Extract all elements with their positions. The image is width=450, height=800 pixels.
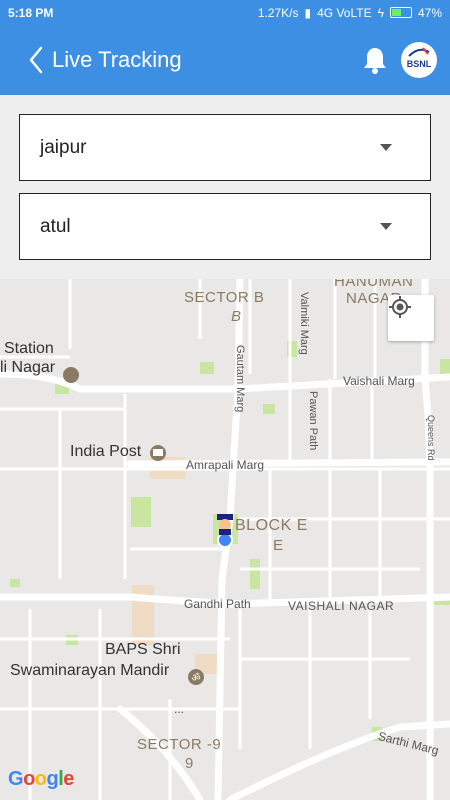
bell-icon bbox=[364, 48, 386, 74]
amrapali-marg-road bbox=[126, 458, 450, 468]
park-area bbox=[10, 579, 20, 587]
sarthi-marg-road bbox=[226, 720, 450, 800]
map-label-gandhi-path: Gandhi Path bbox=[184, 597, 251, 611]
city-select[interactable]: jaipur bbox=[19, 114, 431, 181]
map-label-queens-rd: Queens Rd bbox=[426, 415, 436, 461]
map-view[interactable]: ॐ SECTOR B B HANUMAN NAGAR Station li Na… bbox=[0, 279, 450, 800]
map-label-sector-b: SECTOR B bbox=[184, 289, 265, 306]
map-label-sector-9: SECTOR -9 bbox=[137, 736, 222, 753]
google-logo: Google bbox=[8, 768, 74, 790]
dropdown-arrow-icon bbox=[380, 223, 392, 230]
map-label-vaishali-nagar: VAISHALI NAGAR bbox=[288, 599, 395, 613]
envelope-shape bbox=[153, 449, 163, 456]
dropdown-arrow-icon bbox=[380, 144, 392, 151]
my-location-button[interactable] bbox=[388, 295, 434, 341]
status-time: 5:18 PM bbox=[8, 5, 54, 20]
station-marker-icon bbox=[63, 367, 79, 383]
chevron-left-icon bbox=[29, 46, 43, 74]
bsnl-swoosh-icon bbox=[408, 47, 430, 57]
current-location-dot[interactable] bbox=[217, 532, 233, 548]
city-select-value: jaipur bbox=[40, 136, 87, 158]
battery-fill bbox=[391, 9, 402, 16]
battery-percent: 47% bbox=[417, 5, 442, 20]
map-label-block-e-sub: E bbox=[273, 537, 284, 554]
network-speed: 1.27K/s bbox=[257, 5, 299, 20]
om-glyph: ॐ bbox=[191, 672, 200, 684]
map-canvas: ॐ bbox=[0, 279, 450, 800]
map-label-hanuman: HANUMAN bbox=[334, 279, 414, 290]
park-area bbox=[263, 404, 275, 414]
status-right-group: 1.27K/s ▮ 4G VoLTE ϟ 47% bbox=[258, 6, 442, 20]
map-label-sector-b-sub: B bbox=[231, 308, 242, 325]
notification-button[interactable] bbox=[362, 45, 388, 75]
charging-icon: ϟ bbox=[377, 5, 384, 20]
signal-icon: ▮ bbox=[304, 5, 312, 20]
map-label-gautam-marg: Gautam Marg bbox=[234, 345, 246, 413]
map-label-valmiki-marg: Valmiki Marg bbox=[298, 292, 310, 355]
map-label-pawan-path: Pawan Path bbox=[307, 391, 319, 451]
tracked-person-icon[interactable] bbox=[217, 514, 233, 535]
map-label-baps-1: BAPS Shri bbox=[105, 641, 181, 658]
person-select-value: atul bbox=[40, 215, 71, 237]
map-label-india-post: India Post bbox=[70, 443, 142, 460]
status-bar: 5:18 PM 1.27K/s ▮ 4G VoLTE ϟ 47% bbox=[0, 0, 450, 25]
map-label-li-nagar: li Nagar bbox=[0, 359, 56, 376]
park-area bbox=[131, 497, 151, 527]
map-label-station: Station bbox=[4, 340, 54, 357]
map-label-amrapali-marg: Amrapali Marg bbox=[186, 458, 265, 472]
network-type: 4G VoLTE bbox=[317, 5, 372, 20]
bsnl-logo[interactable]: BSNL bbox=[401, 42, 437, 78]
back-button[interactable] bbox=[16, 25, 56, 95]
map-label-block-e: BLOCK E bbox=[235, 517, 308, 534]
app-bar: Live Tracking BSNL bbox=[0, 25, 450, 95]
map-label-sector-9-sub: 9 bbox=[185, 755, 194, 772]
person-select[interactable]: atul bbox=[19, 193, 431, 260]
park-area bbox=[200, 362, 214, 374]
person-body bbox=[219, 529, 231, 535]
map-label-vaishali-marg: Vaishali Marg bbox=[343, 374, 415, 388]
page-title: Live Tracking bbox=[52, 47, 182, 72]
crosshair-icon bbox=[389, 296, 411, 318]
battery-icon bbox=[389, 7, 412, 18]
map-label-ellipsis: ... bbox=[174, 702, 185, 716]
park-area bbox=[250, 559, 260, 589]
map-label-baps-2: Swaminarayan Mandir bbox=[10, 662, 170, 679]
